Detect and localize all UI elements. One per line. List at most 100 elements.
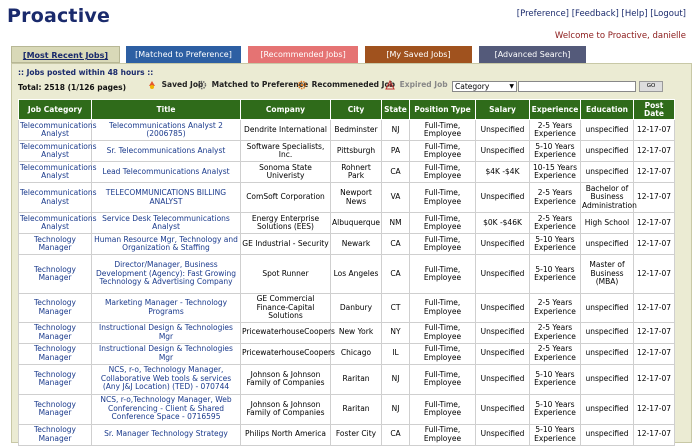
table-row[interactable]: Telecommunications Analyst Telecommunicat… (18, 119, 675, 141)
table-row[interactable]: Technology Manager Instructional Design &… (18, 342, 675, 365)
jobs-table: Job Category Title Company City State Po… (18, 99, 675, 446)
col-education[interactable]: Education (580, 99, 634, 120)
job-category-cell[interactable]: Technology Manager (18, 254, 92, 294)
company-cell: ComSoft Corporation (240, 182, 331, 213)
table-row[interactable]: Telecommunications Analyst Lead Telecommu… (18, 161, 675, 183)
title-link[interactable]: Instructional Design & Technologies Mgr (91, 321, 241, 344)
position-type-cell: Full-Time, Employee (409, 393, 476, 425)
experience-cell: 5-10 Years Experience (529, 423, 581, 446)
go-button[interactable]: GO (639, 81, 663, 92)
title-link[interactable]: Marketing Manager - Technology Programs (91, 293, 241, 323)
table-header-row: Job Category Title Company City State Po… (18, 99, 675, 120)
job-category-cell[interactable]: Technology Manager (18, 342, 92, 365)
company-cell: PricewaterhouseCoopers (240, 342, 335, 365)
job-category-cell[interactable]: Telecommunications Analyst (18, 119, 97, 141)
education-cell: unspecified (580, 393, 634, 425)
col-state[interactable]: State (381, 99, 410, 120)
saved-job-icon (149, 81, 155, 89)
table-row[interactable]: Telecommunications Analyst Sr. Telecommun… (18, 140, 675, 162)
title-link[interactable]: Human Resource Mgr, Technology and Organ… (91, 233, 241, 255)
col-post-date[interactable]: Post Date (633, 99, 675, 120)
title-link[interactable]: Service Desk Telecommunications Analyst (91, 212, 241, 234)
city-cell: Raritan (330, 393, 382, 425)
job-category-cell[interactable]: Technology Manager (18, 233, 92, 255)
state-cell: CA (381, 233, 410, 255)
col-city[interactable]: City (330, 99, 382, 120)
table-row[interactable]: Technology Manager Instructional Design &… (18, 321, 675, 344)
search-input[interactable] (518, 81, 636, 92)
job-category-cell[interactable]: Technology Manager (18, 321, 92, 344)
title-link[interactable]: Director/Manager, Business Development (… (91, 254, 241, 294)
table-row[interactable]: Telecommunications Analyst Service Desk T… (18, 212, 675, 234)
title-link[interactable]: Lead Telecommunications Analyst (91, 161, 241, 183)
col-position-type[interactable]: Position Type (409, 99, 476, 120)
state-cell: NJ (381, 393, 410, 425)
preference-link[interactable]: [Preference] (517, 9, 569, 19)
education-cell: Master of Business (MBA) (580, 254, 634, 294)
state-cell: NJ (381, 363, 410, 395)
tab-recommended-jobs[interactable]: [Recommended Jobs] (248, 46, 358, 63)
app-logo[interactable]: Proactive (7, 5, 110, 27)
title-link[interactable]: Sr. Manager Technology Strategy (91, 423, 241, 446)
matched-gear-icon (197, 80, 207, 90)
table-row[interactable]: Technology Manager Director/Manager, Busi… (18, 254, 675, 294)
salary-cell: Unspecified (475, 182, 530, 213)
title-link[interactable]: TELECOMMUNICATIONS BILLING ANALYST (91, 182, 241, 213)
title-link[interactable]: Instructional Design & Technologies Mgr (91, 342, 241, 365)
company-cell: Dendrite International (240, 119, 331, 141)
feedback-link[interactable]: [Feedback] (572, 9, 619, 19)
education-cell: unspecified (580, 342, 634, 365)
title-link[interactable]: NCS, r-o,Technology Manager, Web Confere… (91, 393, 241, 425)
job-category-cell[interactable]: Telecommunications Analyst (18, 212, 97, 234)
tab-advanced-search[interactable]: [Advanced Search] (479, 46, 586, 63)
salary-cell: Unspecified (475, 254, 530, 294)
company-cell: Johnson & Johnson Family of Companies (240, 393, 331, 425)
table-row[interactable]: Technology Manager Marketing Manager - Te… (18, 293, 675, 323)
position-type-cell: Full-Time, Employee (409, 140, 476, 162)
city-cell: Chicago (330, 342, 382, 365)
col-salary[interactable]: Salary (475, 99, 530, 120)
col-title[interactable]: Title (91, 99, 241, 120)
table-row[interactable]: Technology Manager Sr. Manager Technology… (18, 423, 675, 446)
experience-cell: 5-10 Years Experience (529, 254, 581, 294)
chevron-down-icon: ▼ (509, 83, 514, 90)
state-cell: CA (381, 161, 410, 183)
post-date-cell: 12-17-07 (633, 393, 675, 425)
title-link[interactable]: Telecommunications Analyst 2 (2006785) (91, 119, 241, 141)
tab-matched-to-preference[interactable]: [Matched to Preference] (126, 46, 241, 63)
help-link[interactable]: [Help] (622, 9, 648, 19)
company-cell: GE Industrial - Security (240, 233, 331, 255)
company-cell: Sonoma State Univeristy (240, 161, 331, 183)
table-row[interactable]: Telecommunications Analyst TELECOMMUNICAT… (18, 182, 675, 213)
post-date-cell: 12-17-07 (633, 321, 675, 344)
title-link[interactable]: Sr. Telecommunications Analyst (91, 140, 241, 162)
education-cell: Bachelor of Business Administration (580, 182, 637, 213)
total-count: Total: 2518 (1/126 pages) (18, 83, 127, 92)
position-type-cell: Full-Time, Employee (409, 212, 476, 234)
tab-label: Advanced Search (497, 50, 568, 59)
col-experience[interactable]: Experience (529, 99, 581, 120)
job-category-cell[interactable]: Telecommunications Analyst (18, 161, 97, 183)
job-category-cell[interactable]: Technology Manager (18, 423, 92, 446)
job-category-cell[interactable]: Technology Manager (18, 293, 92, 323)
col-company[interactable]: Company (240, 99, 331, 120)
job-category-cell[interactable]: Technology Manager (18, 363, 92, 395)
salary-cell: Unspecified (475, 393, 530, 425)
salary-cell: Unspecified (475, 363, 530, 395)
education-cell: unspecified (580, 233, 634, 255)
experience-cell: 10-15 Years Experience (529, 161, 581, 183)
category-select[interactable]: Category ▼ (452, 81, 517, 92)
table-row[interactable]: Technology Manager Human Resource Mgr, Te… (18, 233, 675, 255)
job-category-cell[interactable]: Technology Manager (18, 393, 92, 425)
table-row[interactable]: Technology Manager NCS, r-o,Technology Ma… (18, 393, 675, 425)
col-job-category[interactable]: Job Category (18, 99, 92, 120)
tab-my-saved-jobs[interactable]: [My Saved Jobs] (365, 46, 472, 63)
job-category-cell[interactable]: Telecommunications Analyst (18, 140, 97, 162)
job-category-cell[interactable]: Telecommunications Analyst (18, 182, 97, 213)
table-row[interactable]: Technology Manager NCS, r-o, Technology M… (18, 363, 675, 395)
tab-most-recent-jobs[interactable]: [Most Recent Jobs] (11, 46, 120, 63)
city-cell: Pittsburgh (330, 140, 382, 162)
title-link[interactable]: NCS, r-o, Technology Manager, Collaborat… (91, 363, 241, 395)
education-cell: unspecified (580, 119, 634, 141)
logout-link[interactable]: [Logout] (650, 9, 686, 19)
